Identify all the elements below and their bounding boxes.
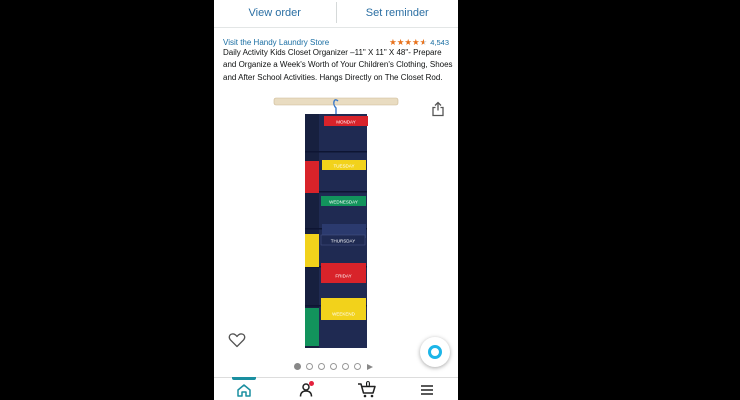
star-icon: ★	[404, 37, 412, 47]
menu-icon	[421, 384, 433, 395]
closet-rod	[273, 97, 399, 106]
star-rating: ★ ★ ★ ★ ★	[389, 37, 427, 47]
active-tab-indicator	[232, 377, 256, 380]
bin-green-left	[305, 308, 319, 346]
nav-menu[interactable]	[407, 378, 447, 400]
home-icon	[237, 383, 251, 397]
star-icon: ★	[389, 37, 397, 47]
nav-cart[interactable]: 0	[347, 378, 387, 400]
bin-yellow-left	[305, 234, 319, 267]
carousel-indicator	[294, 363, 373, 370]
notification-dot	[309, 381, 314, 386]
order-actions-bar: View order Set reminder	[214, 0, 458, 28]
carousel-dot[interactable]	[354, 363, 361, 370]
star-icon: ★	[411, 37, 420, 47]
tag-label: WEEKEND	[332, 312, 356, 317]
play-icon[interactable]	[367, 363, 373, 370]
carousel-dot[interactable]	[330, 363, 337, 370]
heart-icon[interactable]	[228, 332, 246, 348]
app-screen: View order Set reminder Visit the Handy …	[214, 0, 458, 400]
tag-label: TUESDAY	[334, 164, 355, 169]
share-icon[interactable]	[431, 101, 445, 117]
alexa-icon	[428, 345, 442, 359]
nav-home[interactable]	[224, 377, 264, 400]
star-icon: ★	[396, 37, 405, 47]
rating[interactable]: ★ ★ ★ ★ ★ 4,543	[389, 37, 449, 47]
bottom-nav: 0	[214, 377, 458, 400]
alexa-button[interactable]	[420, 337, 450, 367]
tag-label: THURSDAY	[331, 239, 355, 244]
carousel-dot[interactable]	[342, 363, 349, 370]
star-half-icon: ★	[419, 37, 428, 47]
nav-account[interactable]	[286, 378, 326, 400]
tag-label: FRIDAY	[335, 274, 351, 279]
product-title: Daily Activity Kids Closet Organizer –11…	[223, 48, 453, 82]
cart-count: 0	[365, 379, 371, 389]
carousel-dot[interactable]	[318, 363, 325, 370]
bin-red-left	[305, 161, 319, 193]
carousel-dot[interactable]	[306, 363, 313, 370]
product-image[interactable]: MONDAY TUESDAY WEDNESDAY THURSDAY FRIDAY…	[272, 96, 402, 358]
rating-count[interactable]: 4,543	[430, 38, 449, 47]
tag-label: WEDNESDAY	[329, 200, 358, 205]
tag-label: MONDAY	[336, 120, 355, 125]
shelf-line	[305, 151, 367, 153]
set-reminder-button[interactable]: Set reminder	[337, 0, 459, 27]
carousel-dot[interactable]	[294, 363, 301, 370]
view-order-button[interactable]: View order	[214, 0, 336, 27]
store-link[interactable]: Visit the Handy Laundry Store	[223, 38, 329, 47]
